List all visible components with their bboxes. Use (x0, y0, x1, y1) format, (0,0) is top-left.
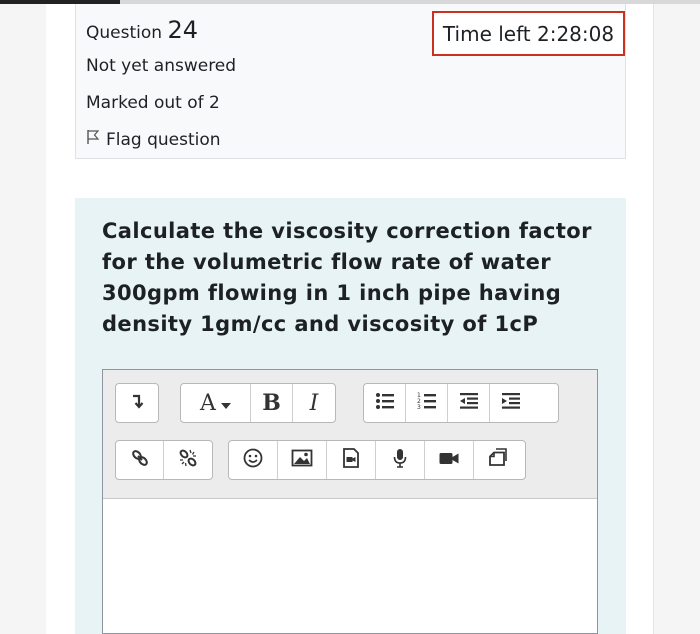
editor-toolbar: A B I 123 (103, 370, 597, 499)
quiz-timer: Time left 2:28:08 (432, 11, 625, 56)
flag-icon (86, 129, 100, 150)
link-button[interactable] (116, 441, 164, 479)
bullet-list-icon (374, 390, 396, 417)
arrow-down-icon (126, 390, 148, 417)
copy-files-icon (488, 447, 510, 474)
emoticon-button[interactable] (229, 441, 278, 479)
editor-content-area[interactable] (103, 499, 597, 633)
svg-text:3: 3 (417, 404, 421, 411)
smiley-icon (242, 447, 264, 474)
bold-button[interactable]: B (251, 384, 293, 422)
record-video-button[interactable] (425, 441, 474, 479)
unlink-button[interactable] (164, 441, 212, 479)
caret-down-icon (220, 392, 231, 414)
microphone-icon (389, 447, 411, 474)
outdent-icon (458, 390, 480, 417)
toolbar-group-lists: 123 (363, 383, 559, 423)
manage-files-button[interactable] (474, 441, 523, 479)
italic-button[interactable]: I (293, 384, 335, 422)
toolbar-group-collapse (115, 383, 159, 423)
question-label: Question (86, 23, 163, 43)
page-divider (653, 4, 654, 634)
question-number: Question 24 (86, 16, 198, 44)
unlink-icon (177, 447, 199, 474)
question-formulation: Calculate the viscosity correction facto… (75, 198, 626, 634)
question-marks: Marked out of 2 (86, 93, 220, 113)
show-more-buttons[interactable] (116, 384, 158, 422)
flag-question-label: Flag question (106, 129, 221, 150)
toolbar-group-media (228, 440, 526, 480)
font-label: A (200, 390, 216, 416)
insert-media-button[interactable] (327, 441, 376, 479)
flag-question-link[interactable]: Flag question (86, 129, 221, 150)
question-number-value: 24 (167, 16, 198, 44)
bold-label: B (262, 390, 281, 416)
indent-button[interactable] (490, 384, 532, 422)
numbered-list-icon: 123 (416, 390, 438, 417)
indent-icon (500, 390, 522, 417)
timer-text: Time left 2:28:08 (442, 21, 615, 46)
toolbar-group-style: A B I (180, 383, 336, 423)
question-text: Calculate the viscosity correction facto… (102, 219, 592, 336)
question-state: Not yet answered (86, 56, 237, 76)
ordered-list-button[interactable]: 123 (406, 384, 448, 422)
media-file-icon (340, 447, 362, 474)
font-style-dropdown[interactable]: A (181, 384, 251, 422)
record-audio-button[interactable] (376, 441, 425, 479)
italic-label: I (309, 390, 319, 416)
answer-editor: A B I 123 (102, 369, 598, 634)
toolbar-group-links (115, 440, 213, 480)
outdent-button[interactable] (448, 384, 490, 422)
video-camera-icon (438, 447, 460, 474)
insert-image-button[interactable] (278, 441, 327, 479)
unordered-list-button[interactable] (364, 384, 406, 422)
image-icon (291, 447, 313, 474)
link-icon (129, 447, 151, 474)
